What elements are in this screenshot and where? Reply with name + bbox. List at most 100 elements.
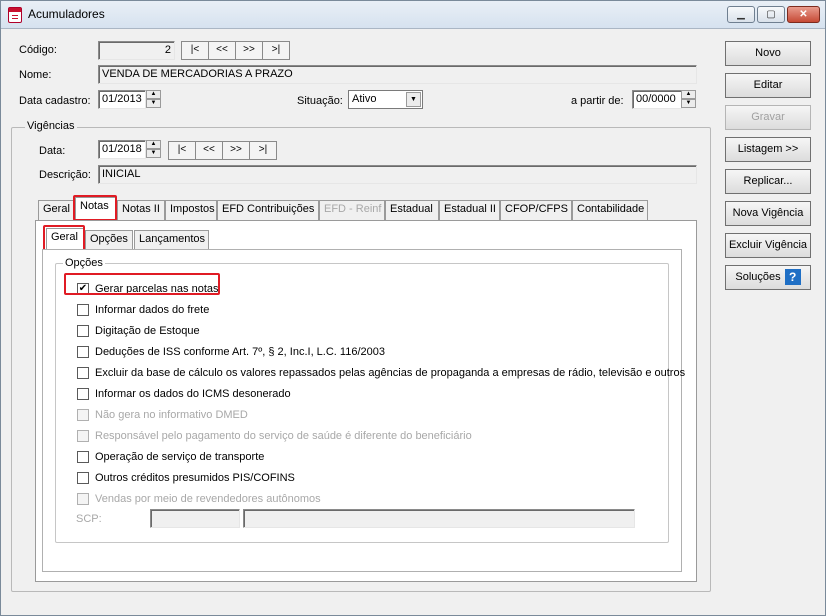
descricao-field[interactable]: INICIAL — [98, 165, 697, 184]
last-record-button[interactable]: >| — [262, 41, 290, 60]
checkbox[interactable] — [77, 472, 89, 484]
checkbox-label: Vendas por meio de revendedores autônomo… — [95, 493, 321, 505]
nome-label: Nome: — [19, 69, 52, 81]
spin-down-icon[interactable]: ▼ — [146, 99, 161, 108]
record-navigator: |< << >> >| — [181, 41, 290, 60]
vigencia-data-field[interactable]: 01/2018 — [98, 140, 146, 159]
tab-contabilidade[interactable]: Contabilidade — [572, 200, 648, 220]
opcao-checkbox-row: Não gera no informativo DMED — [77, 409, 248, 421]
checkbox-label: Informar os dados do ICMS desonerado — [95, 388, 291, 400]
spin-up-icon[interactable]: ▲ — [146, 90, 161, 99]
opcao-checkbox-row: Vendas por meio de revendedores autônomo… — [77, 493, 321, 505]
subtab-lancamentos[interactable]: Lançamentos — [134, 230, 209, 250]
title-bar: Acumuladores ▁ ▢ ✕ — [1, 1, 825, 29]
situacao-label: Situação: — [297, 95, 343, 107]
opcoes-title: Opções — [63, 257, 105, 269]
chevron-down-icon[interactable]: ▼ — [406, 92, 421, 107]
tab-efd-reinf: EFD - Reinf — [319, 200, 385, 220]
a-partir-spinner[interactable]: ▲ ▼ — [681, 90, 696, 109]
checkbox-label: Responsável pelo pagamento do serviço de… — [95, 430, 472, 442]
subtab-opcoes[interactable]: Opções — [85, 230, 133, 250]
spin-up-icon[interactable]: ▲ — [681, 90, 696, 99]
checkbox[interactable] — [77, 388, 89, 400]
editar-button[interactable]: Editar — [725, 73, 811, 98]
vigencias-title: Vigências — [25, 120, 77, 132]
checkbox[interactable] — [77, 367, 89, 379]
checkbox — [77, 430, 89, 442]
previous-vigencia-button[interactable]: << — [195, 141, 223, 160]
opcao-checkbox-row: Responsável pelo pagamento do serviço de… — [77, 430, 472, 442]
window-title: Acumuladores — [28, 7, 105, 21]
vigencia-data-label: Data: — [39, 145, 66, 157]
maximize-button[interactable]: ▢ — [757, 6, 785, 23]
tab-estadual-ii[interactable]: Estadual II — [439, 200, 500, 220]
opcao-checkbox-row[interactable]: Deduções de ISS conforme Art. 7º, § 2, I… — [77, 346, 385, 358]
geral-subtab-highlight — [43, 225, 85, 251]
previous-record-button[interactable]: << — [208, 41, 236, 60]
tab-notas-ii[interactable]: Notas II — [117, 200, 165, 220]
situacao-value: Ativo — [352, 93, 377, 105]
tab-impostos[interactable]: Impostos — [165, 200, 217, 220]
scp-code-field — [150, 509, 240, 528]
opcao-checkbox-row[interactable]: Digitação de Estoque — [77, 325, 200, 337]
gravar-button: Gravar — [725, 105, 811, 130]
checkbox-label: Deduções de ISS conforme Art. 7º, § 2, I… — [95, 346, 385, 358]
opcao-checkbox-row[interactable]: Informar os dados do ICMS desonerado — [77, 388, 291, 400]
opcao-checkbox-row[interactable]: Excluir da base de cálculo os valores re… — [77, 367, 685, 379]
tab-cfop-cfps[interactable]: CFOP/CFPS — [500, 200, 572, 220]
checkbox-label: Outros créditos presumidos PIS/COFINS — [95, 472, 295, 484]
checkbox-label: Digitação de Estoque — [95, 325, 200, 337]
help-icon: ? — [784, 269, 801, 286]
tab-geral[interactable]: Geral — [38, 200, 75, 220]
first-vigencia-button[interactable]: |< — [168, 141, 196, 160]
minimize-button[interactable]: ▁ — [727, 6, 755, 23]
situacao-select[interactable]: Ativo ▼ — [348, 90, 423, 109]
excluir-vigencia-button[interactable]: Excluir Vigência — [725, 233, 811, 258]
close-button[interactable]: ✕ — [787, 6, 820, 23]
data-cadastro-spinner[interactable]: ▲ ▼ — [146, 90, 161, 109]
checkbox — [77, 493, 89, 505]
next-record-button[interactable]: >> — [235, 41, 263, 60]
opcao-checkbox-row[interactable]: Operação de serviço de transporte — [77, 451, 264, 463]
first-record-button[interactable]: |< — [181, 41, 209, 60]
scp-label: SCP: — [76, 513, 102, 525]
vigencia-navigator: |< << >> >| — [168, 141, 277, 160]
solucoes-button[interactable]: Soluções? — [725, 265, 811, 290]
tab-efd-contribuicoes[interactable]: EFD Contribuições — [217, 200, 319, 220]
spin-up-icon[interactable]: ▲ — [146, 140, 161, 149]
a-partir-field[interactable]: 00/0000 — [632, 90, 682, 109]
checkbox-label: Excluir da base de cálculo os valores re… — [95, 367, 686, 379]
checkbox[interactable] — [77, 451, 89, 463]
scp-name-field — [243, 509, 635, 528]
checkbox[interactable] — [77, 325, 89, 337]
notas-tab-highlight — [73, 195, 117, 221]
nome-field[interactable]: VENDA DE MERCADORIAS A PRAZO — [98, 65, 697, 84]
data-cadastro-field[interactable]: 01/2013 — [98, 90, 146, 109]
checkbox-label: Não gera no informativo DMED — [95, 409, 248, 421]
opcao-checkbox-row[interactable]: Outros créditos presumidos PIS/COFINS — [77, 472, 295, 484]
nova-vigencia-button[interactable]: Nova Vigência — [725, 201, 811, 226]
codigo-label: Código: — [19, 44, 57, 56]
checkbox[interactable] — [77, 304, 89, 316]
last-vigencia-button[interactable]: >| — [249, 141, 277, 160]
data-cadastro-label: Data cadastro: — [19, 95, 91, 107]
accumulators-window: Acumuladores ▁ ▢ ✕ Código: 2 |< << >> >|… — [0, 0, 826, 616]
vigencia-data-spinner[interactable]: ▲ ▼ — [146, 140, 161, 159]
descricao-label: Descrição: — [39, 169, 91, 181]
opcao-checkbox-row[interactable]: Informar dados do frete — [77, 304, 209, 316]
checkbox-label: Operação de serviço de transporte — [95, 451, 265, 463]
checkbox — [77, 409, 89, 421]
gerar-parcelas-highlight — [64, 273, 220, 295]
novo-button[interactable]: Novo — [725, 41, 811, 66]
document-icon — [8, 7, 22, 23]
spin-down-icon[interactable]: ▼ — [146, 149, 161, 158]
tab-estadual[interactable]: Estadual — [385, 200, 439, 220]
codigo-field[interactable]: 2 — [98, 41, 175, 60]
checkbox-label: Informar dados do frete — [95, 304, 210, 316]
next-vigencia-button[interactable]: >> — [222, 141, 250, 160]
listagem-button[interactable]: Listagem >> — [725, 137, 811, 162]
a-partir-label: a partir de: — [571, 95, 624, 107]
spin-down-icon[interactable]: ▼ — [681, 99, 696, 108]
checkbox[interactable] — [77, 346, 89, 358]
replicar-button[interactable]: Replicar... — [725, 169, 811, 194]
